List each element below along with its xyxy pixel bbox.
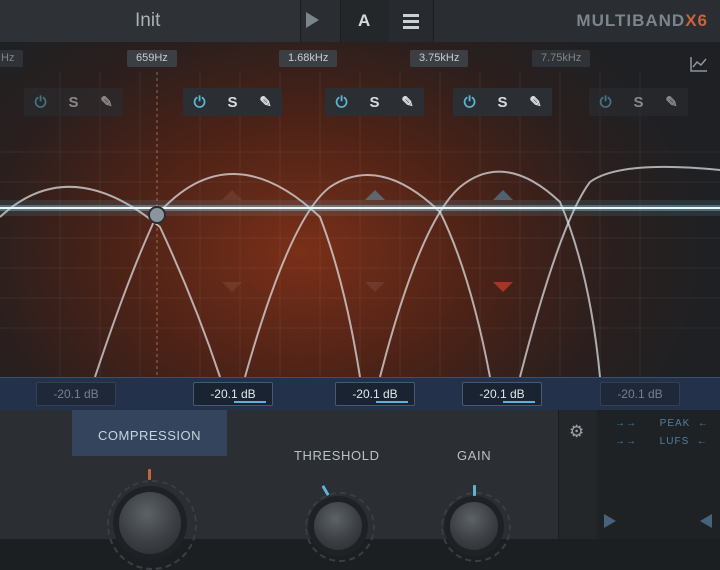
band-2-controls: ⏻ S ✎ [183, 88, 282, 116]
menu-icon [403, 26, 419, 29]
band-curve [519, 165, 720, 377]
band-2-gain[interactable]: -20.1 dB [193, 382, 273, 406]
band-1-gain[interactable]: -20.1 dB [36, 382, 116, 406]
band-1-controls: ⏻ S ✎ [24, 88, 123, 116]
level-line [0, 207, 720, 209]
gear-icon[interactable]: ⚙ [569, 422, 584, 442]
gain-indicator [234, 401, 266, 403]
solo-button[interactable]: S [216, 88, 249, 116]
gain-label: GAIN [457, 448, 492, 463]
play-icon[interactable] [306, 12, 319, 28]
menu-icon [403, 14, 419, 17]
gain-value: -20.1 dB [352, 387, 398, 401]
brand-accent: X6 [685, 11, 708, 30]
gain-up-marker[interactable] [365, 190, 385, 200]
gain-down-marker[interactable] [365, 282, 385, 292]
threshold-knob-indicator [321, 484, 330, 497]
band-3-gain[interactable]: -20.1 dB [335, 382, 415, 406]
gain-indicator [503, 401, 535, 403]
crossover-handle[interactable] [148, 206, 166, 224]
lufs-row[interactable]: →→ LUFS ← [615, 436, 708, 447]
freq-label-3[interactable]: 3.75kHz [410, 50, 469, 67]
edit-icon[interactable]: ✎ [249, 88, 282, 116]
solo-button[interactable]: S [486, 88, 519, 116]
settings-strip: ⚙ [558, 410, 598, 539]
freq-label-4[interactable]: 7.75kHz [532, 50, 591, 67]
edit-icon[interactable]: ✎ [655, 88, 688, 116]
graph-icon[interactable] [690, 56, 708, 72]
top-bar: Init A MULTIBANDX6 [0, 0, 720, 42]
band-5-controls: ⏻ S ✎ [589, 88, 688, 116]
power-icon[interactable]: ⏻ [24, 88, 57, 116]
gain-knob-indicator [473, 485, 476, 496]
gain-indicator [376, 401, 408, 403]
solo-button[interactable]: S [622, 88, 655, 116]
band-4-controls: ⏻ S ✎ [453, 88, 552, 116]
tab-compression-label: COMPRESSION [98, 428, 202, 443]
ab-toggle-button[interactable]: A [340, 0, 390, 42]
power-icon[interactable]: ⏻ [325, 88, 358, 116]
menu-button[interactable] [389, 0, 434, 42]
menu-icon [403, 20, 419, 23]
threshold-label: THRESHOLD [294, 448, 380, 463]
gain-up-marker[interactable] [222, 190, 242, 200]
edit-icon[interactable]: ✎ [391, 88, 424, 116]
compression-knob[interactable] [119, 492, 181, 554]
edit-icon[interactable]: ✎ [519, 88, 552, 116]
edit-icon[interactable]: ✎ [90, 88, 123, 116]
peak-label: PEAK [659, 418, 691, 429]
bottom-panel: COMPRESSION THRESHOLD GAIN ⚙ →→ PEAK ← →… [0, 410, 720, 570]
power-icon[interactable]: ⏻ [589, 88, 622, 116]
brand-logo: MULTIBANDX6 [576, 11, 708, 31]
freq-label-1[interactable]: 659Hz [127, 50, 177, 67]
back-icon[interactable] [700, 514, 712, 528]
band-4-gain[interactable]: -20.1 dB [462, 382, 542, 406]
freq-label-2[interactable]: 1.68kHz [279, 50, 338, 67]
play-icon[interactable] [604, 514, 616, 528]
gain-down-marker[interactable] [493, 282, 513, 292]
band-3-controls: ⏻ S ✎ [325, 88, 424, 116]
brand-main: MULTIBAND [576, 11, 686, 30]
gain-knob[interactable] [450, 502, 498, 550]
gain-down-marker[interactable] [222, 282, 242, 292]
freq-label-edge: Hz [0, 50, 24, 67]
compression-knob-indicator [148, 469, 151, 480]
band-5-gain[interactable]: -20.1 dB [600, 382, 680, 406]
power-icon[interactable]: ⏻ [183, 88, 216, 116]
preset-selector[interactable]: Init [0, 0, 319, 42]
lufs-label: LUFS [659, 436, 690, 447]
solo-button[interactable]: S [358, 88, 391, 116]
gain-value: -20.1 dB [479, 387, 525, 401]
power-icon[interactable]: ⏻ [453, 88, 486, 116]
ab-label: A [358, 11, 371, 30]
eq-display[interactable]: Hz 659Hz 1.68kHz 3.75kHz 7.75kHz ⏻ S ✎ ⏻… [0, 42, 720, 377]
gain-up-marker[interactable] [493, 190, 513, 200]
threshold-knob[interactable] [314, 502, 362, 550]
gain-value: -20.1 dB [210, 387, 256, 401]
gain-value: -20.1 dB [617, 387, 663, 401]
preset-name: Init [135, 10, 161, 31]
tab-compression[interactable]: COMPRESSION [72, 410, 227, 456]
band-gain-row: -20.1 dB -20.1 dB -20.1 dB -20.1 dB -20.… [0, 377, 720, 410]
solo-button[interactable]: S [57, 88, 90, 116]
gain-value: -20.1 dB [53, 387, 99, 401]
peak-row[interactable]: →→ PEAK ← [615, 418, 709, 429]
